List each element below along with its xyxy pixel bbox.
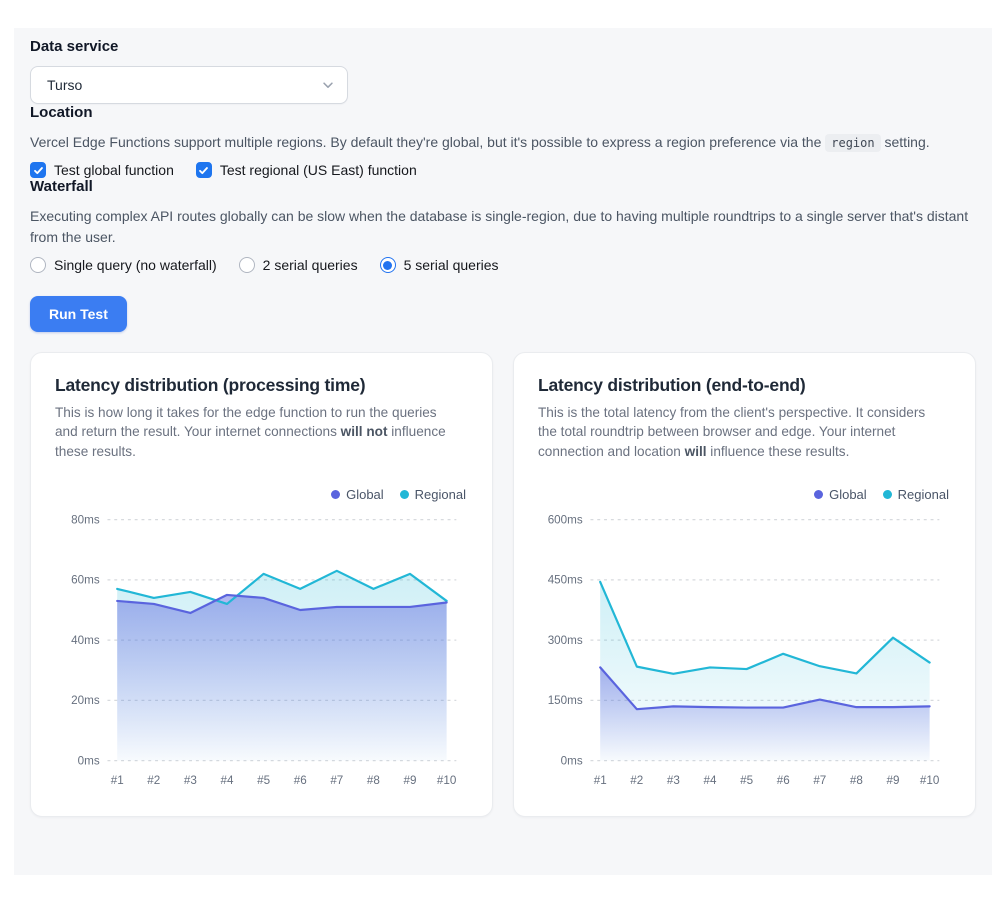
legend-item-global: Global	[814, 487, 867, 502]
x-tick-label: #5	[257, 774, 270, 787]
y-tick-label: 0ms	[561, 755, 583, 768]
y-tick-label: 150ms	[548, 695, 583, 708]
waterfall-radio-row: Single query (no waterfall) 2 serial que…	[30, 257, 976, 273]
y-tick-label: 600ms	[548, 514, 583, 527]
checkbox-box	[30, 162, 46, 178]
checkbox-label: Test global function	[54, 162, 174, 178]
card-latency-end-to-end: Latency distribution (end-to-end) This i…	[513, 352, 976, 817]
data-service-select[interactable]: Turso	[30, 66, 348, 104]
radio-5-serial-queries[interactable]: 5 serial queries	[380, 257, 499, 273]
x-tick-label: #7	[813, 774, 826, 787]
checkbox-label: Test regional (US East) function	[220, 162, 417, 178]
y-tick-label: 60ms	[71, 574, 100, 587]
y-tick-label: 450ms	[548, 574, 583, 587]
x-tick-label: #10	[437, 774, 457, 787]
x-tick-label: #6	[294, 774, 307, 787]
location-heading: Location	[30, 104, 976, 121]
x-tick-label: #1	[594, 774, 607, 787]
x-tick-label: #9	[404, 774, 417, 787]
x-tick-label: #5	[740, 774, 753, 787]
x-tick-label: #3	[667, 774, 680, 787]
checkbox-test-regional-function[interactable]: Test regional (US East) function	[196, 162, 417, 178]
legend-item-regional: Regional	[883, 487, 949, 502]
card-description: This is the total latency from the clien…	[538, 403, 936, 461]
x-tick-label: #9	[887, 774, 900, 787]
legend-dot	[883, 490, 892, 499]
location-checkbox-row: Test global function Test regional (US E…	[30, 162, 976, 178]
x-tick-label: #3	[184, 774, 197, 787]
page-panel: Data service Turso Location Vercel Edge …	[14, 28, 992, 875]
legend-item-global: Global	[331, 487, 384, 502]
latency-chart-end-to-end: 0ms 150ms 300ms 450ms 600ms #1 #2 #3 #4 #5 #6 #7 #8 #…	[538, 506, 951, 796]
x-tick-label: #8	[367, 774, 380, 787]
x-tick-label: #1	[111, 774, 124, 787]
card-description: This is how long it takes for the edge f…	[55, 403, 453, 461]
area-global	[117, 595, 446, 761]
radio-single-query[interactable]: Single query (no waterfall)	[30, 257, 217, 273]
checkbox-box	[196, 162, 212, 178]
chart-legend: Global Regional	[538, 487, 949, 502]
y-tick-label: 80ms	[71, 514, 100, 527]
legend-item-regional: Regional	[400, 487, 466, 502]
x-tick-label: #6	[777, 774, 790, 787]
checkmark-icon	[33, 165, 44, 176]
waterfall-description: Executing complex API routes globally ca…	[30, 206, 976, 248]
card-title: Latency distribution (processing time)	[55, 375, 468, 396]
y-tick-label: 0ms	[78, 755, 100, 768]
latency-chart-processing-time: 0ms 20ms 40ms 60ms 80ms #1 #2 #3 #4 #5 #6 #7 #8 #9 #10	[55, 506, 468, 796]
chart-legend: Global Regional	[55, 487, 466, 502]
radio-label: 5 serial queries	[404, 257, 499, 273]
location-description: Vercel Edge Functions support multiple r…	[30, 132, 976, 153]
x-tick-label: #7	[330, 774, 343, 787]
chevron-down-icon	[321, 78, 335, 92]
y-tick-label: 20ms	[71, 695, 100, 708]
charts-row: Latency distribution (processing time) T…	[30, 352, 976, 817]
y-tick-label: 300ms	[548, 634, 583, 647]
x-tick-label: #4	[704, 774, 717, 787]
x-tick-label: #10	[920, 774, 940, 787]
waterfall-heading: Waterfall	[30, 178, 976, 195]
radio-2-serial-queries[interactable]: 2 serial queries	[239, 257, 358, 273]
legend-label: Global	[346, 487, 384, 502]
legend-label: Regional	[898, 487, 949, 502]
x-tick-label: #8	[850, 774, 863, 787]
legend-dot	[400, 490, 409, 499]
data-service-selected-value: Turso	[47, 77, 82, 93]
radio-circle	[30, 257, 46, 273]
data-service-heading: Data service	[30, 38, 976, 55]
radio-label: 2 serial queries	[263, 257, 358, 273]
legend-label: Regional	[415, 487, 466, 502]
radio-label: Single query (no waterfall)	[54, 257, 217, 273]
radio-circle	[380, 257, 396, 273]
legend-dot	[814, 490, 823, 499]
card-title: Latency distribution (end-to-end)	[538, 375, 951, 396]
y-tick-label: 40ms	[71, 634, 100, 647]
legend-label: Global	[829, 487, 867, 502]
radio-circle	[239, 257, 255, 273]
checkbox-test-global-function[interactable]: Test global function	[30, 162, 174, 178]
run-test-button[interactable]: Run Test	[30, 296, 127, 332]
card-latency-processing-time: Latency distribution (processing time) T…	[30, 352, 493, 817]
legend-dot	[331, 490, 340, 499]
x-tick-label: #2	[630, 774, 643, 787]
checkmark-icon	[198, 165, 209, 176]
x-tick-label: #2	[147, 774, 160, 787]
x-tick-label: #4	[221, 774, 234, 787]
